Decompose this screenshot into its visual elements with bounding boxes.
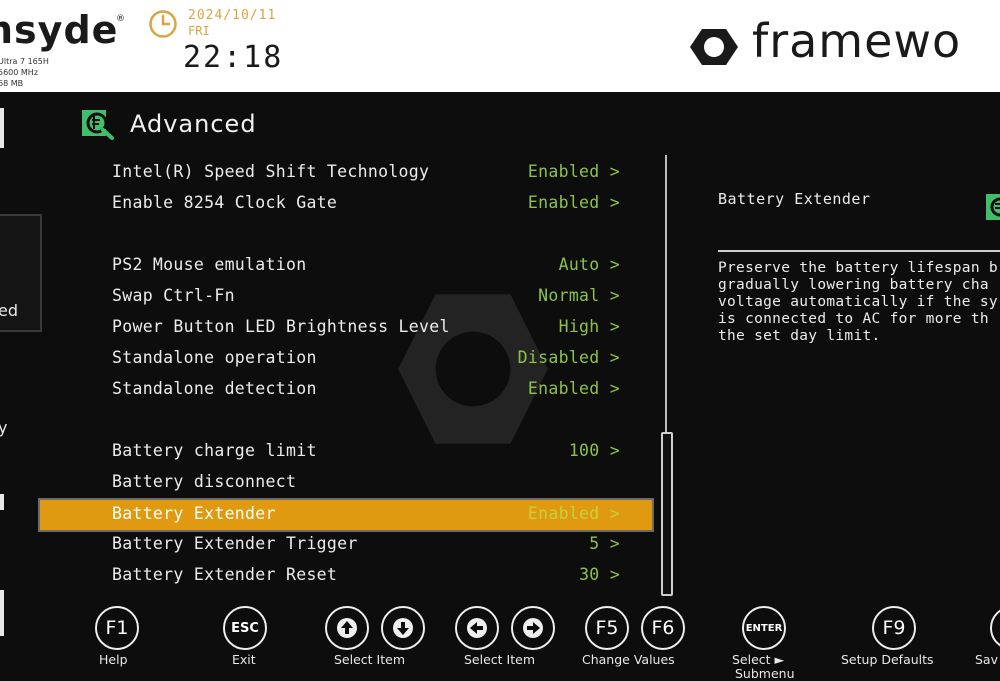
setting-row-8254-clock-gate[interactable]: Enable 8254 Clock Gate Enabled > (40, 189, 652, 219)
setting-row-ps2-mouse[interactable]: PS2 Mouse emulation Auto > (40, 251, 652, 281)
arrow-right-key[interactable] (511, 606, 555, 650)
date-readout: 2024/10/11 (188, 8, 277, 23)
select-submenu-label-line2: Submenu (735, 666, 795, 681)
cpu-model: Ultra 7 165H (0, 57, 49, 66)
setting-row-battery-extender[interactable]: Battery Extender Enabled > (38, 498, 654, 532)
f1-key[interactable]: F1 (95, 606, 139, 650)
setting-label: Battery charge limit (112, 441, 317, 460)
scrollbar-thumb[interactable] (661, 432, 673, 596)
arrow-down-icon (393, 618, 413, 638)
setting-row-swap-ctrl-fn[interactable]: Swap Ctrl-Fn Normal > (40, 282, 652, 312)
save-label: Sav (975, 652, 998, 667)
setting-value[interactable]: 100 > (569, 441, 620, 460)
setting-row-standalone-operation[interactable]: Standalone operation Disabled > (40, 344, 652, 374)
f10-key[interactable] (990, 606, 1000, 650)
setting-label: Battery Extender Reset (112, 565, 338, 584)
help-divider (718, 250, 1000, 252)
setting-value[interactable]: Auto > (559, 255, 620, 274)
f6-key[interactable]: F6 (641, 606, 685, 650)
memory-size: 68 MB (0, 79, 24, 88)
setting-label: Enable 8254 Clock Gate (112, 193, 338, 212)
help-title: Battery Extender (718, 190, 871, 208)
exit-key-label: Exit (232, 652, 256, 667)
setting-label: Battery disconnect (112, 472, 297, 491)
nav-indicator (0, 494, 4, 510)
setting-row-battery-charge-limit[interactable]: Battery charge limit 100 > (40, 437, 652, 467)
nav-indicator (0, 108, 4, 148)
esc-key[interactable]: ESC (223, 606, 267, 650)
insyde-logo: nsyde (0, 8, 119, 52)
setting-value[interactable]: Normal > (538, 286, 620, 305)
f5-key-text: F5 (595, 617, 619, 639)
select-item-horizontal-label: Select Item (464, 652, 535, 667)
enter-key[interactable]: ENTER (742, 606, 786, 650)
setting-row-battery-disconnect[interactable]: Battery disconnect (40, 468, 652, 498)
esc-key-text: ESC (231, 620, 259, 636)
setting-label: Battery Extender (112, 504, 276, 523)
arrow-left-key[interactable] (455, 606, 499, 650)
setting-value[interactable]: 5 > (589, 534, 620, 553)
setting-value[interactable]: High > (559, 317, 620, 336)
f1-key-text: F1 (105, 617, 129, 639)
f9-key-text: F9 (882, 617, 906, 639)
registered-mark: ® (116, 14, 125, 24)
nav-item-fragment[interactable]: y (0, 418, 7, 437)
arrow-right-icon (523, 618, 543, 638)
f6-key-text: F6 (651, 617, 675, 639)
framework-gear-icon (690, 29, 738, 65)
framework-logo-text: framewo (752, 14, 962, 68)
help-advanced-icon (986, 194, 1000, 220)
system-info: Ultra 7 165H 5600 MHz 68 MB (0, 56, 49, 89)
nav-indicator (0, 590, 4, 636)
f5-key[interactable]: F5 (585, 606, 629, 650)
setting-value[interactable]: Enabled > (528, 504, 620, 523)
clock-icon (149, 10, 177, 38)
setting-value[interactable]: Enabled > (528, 379, 620, 398)
setting-row-standalone-detection[interactable]: Standalone detection Enabled > (40, 375, 652, 405)
setting-row-speed-shift[interactable]: Intel(R) Speed Shift Technology Enabled … (40, 158, 652, 188)
enter-key-text: ENTER (745, 622, 783, 634)
setting-value[interactable]: Disabled > (518, 348, 620, 367)
setting-value[interactable]: Enabled > (528, 162, 620, 181)
setting-label: Intel(R) Speed Shift Technology (112, 162, 430, 181)
nav-item-fragment[interactable]: ed (0, 301, 18, 320)
select-item-vertical-label: Select Item (334, 652, 405, 667)
setup-defaults-label: Setup Defaults (841, 652, 934, 667)
setting-row-power-led[interactable]: Power Button LED Brightness Level High > (40, 313, 652, 343)
setting-label: Standalone detection (112, 379, 317, 398)
time-readout: 22:18 (183, 40, 284, 75)
select-submenu-label: Select ► (732, 652, 785, 667)
setting-label: Swap Ctrl-Fn (112, 286, 235, 305)
setting-value[interactable]: 30 > (579, 565, 620, 584)
page-title: Advanced (130, 110, 257, 138)
arrow-left-icon (467, 618, 487, 638)
day-readout: FRI (188, 24, 210, 38)
setting-label: Battery Extender Trigger (112, 534, 358, 553)
setting-value[interactable]: Enabled > (528, 193, 620, 212)
help-key-label: Help (99, 652, 128, 667)
f9-key[interactable]: F9 (872, 606, 916, 650)
setting-label: Power Button LED Brightness Level (112, 317, 450, 336)
arrow-up-icon (337, 618, 357, 638)
setting-label: PS2 Mouse emulation (112, 255, 307, 274)
cpu-frequency: 5600 MHz (0, 68, 39, 77)
arrow-up-key[interactable] (325, 606, 369, 650)
setting-label: Standalone operation (112, 348, 317, 367)
change-values-label: Change Values (582, 652, 675, 667)
setting-row-battery-extender-trigger[interactable]: Battery Extender Trigger 5 > (40, 530, 652, 560)
advanced-menu-icon (82, 110, 114, 140)
bios-header: nsyde ® Ultra 7 165H 5600 MHz 68 MB 2024… (0, 0, 1000, 92)
help-description: Preserve the battery lifespan b graduall… (718, 260, 998, 344)
setting-row-battery-extender-reset[interactable]: Battery Extender Reset 30 > (40, 561, 652, 591)
arrow-down-key[interactable] (381, 606, 425, 650)
